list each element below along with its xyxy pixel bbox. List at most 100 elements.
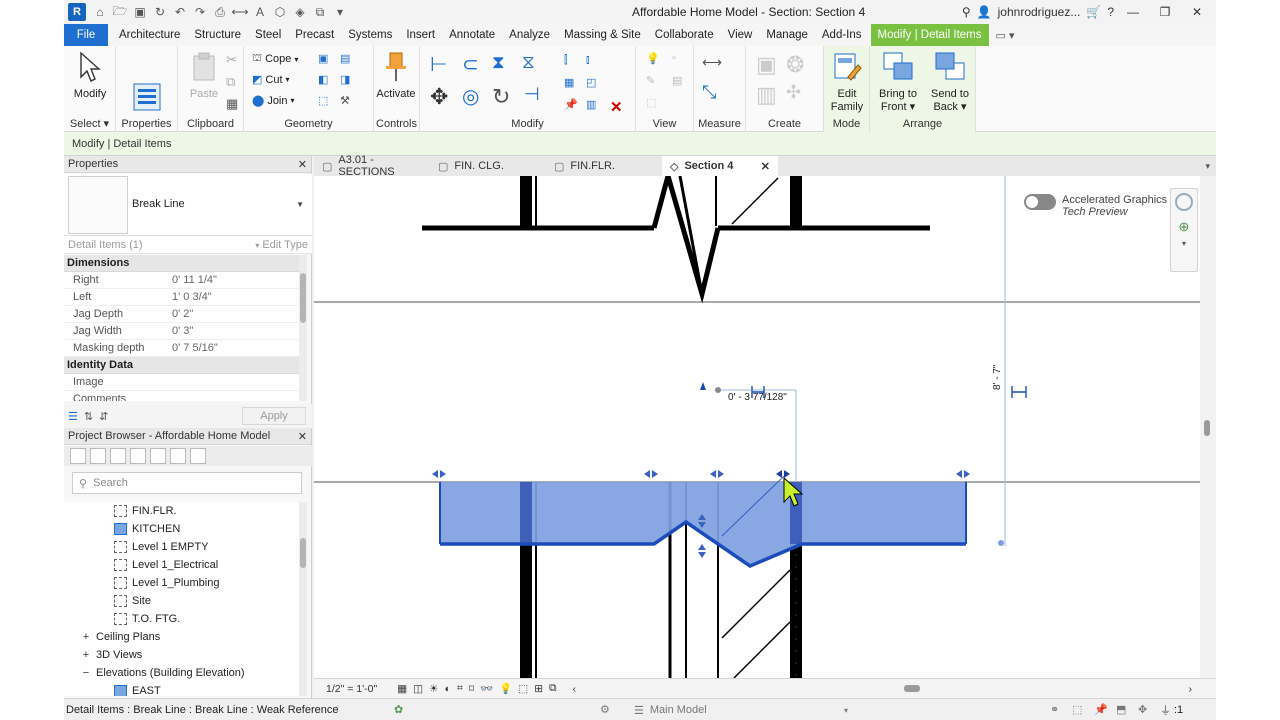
sync-icon[interactable]: ↻ (152, 4, 168, 20)
edit-type-button[interactable]: ▾ Edit Type (255, 239, 308, 251)
horizontal-scroll-thumb[interactable] (904, 685, 920, 692)
copy-icon[interactable]: ⧉ (226, 74, 242, 90)
ribbon-tab-architecture[interactable]: Architecture (112, 24, 187, 46)
property-group-header[interactable]: Identity Data (64, 357, 300, 374)
array-icon[interactable]: ▦ (564, 76, 580, 92)
mirror-pick-axis-icon[interactable]: ⧗ (492, 52, 516, 76)
send-to-back-button[interactable]: Send to Back ▾ (928, 50, 972, 114)
modify-button[interactable]: Modify (68, 50, 112, 101)
restore-button[interactable]: ❐ (1152, 5, 1178, 19)
browser-item[interactable]: KITCHEN (64, 520, 300, 538)
browser-schedule-icon[interactable] (110, 448, 126, 464)
close-button[interactable]: ✕ (1184, 5, 1210, 19)
drag-elements-icon[interactable]: ✥ (1138, 703, 1147, 716)
property-group-header[interactable]: Dimensions (64, 255, 300, 272)
nav-dropdown-icon[interactable]: ▾ (1176, 239, 1192, 248)
paste-button[interactable]: Paste (182, 50, 226, 101)
properties-button[interactable] (125, 80, 169, 118)
close-hidden-icon[interactable]: ⧉ (312, 4, 328, 20)
ribbon-tab-view[interactable]: View (721, 24, 760, 46)
type-selector[interactable]: Break Line ▼ (64, 174, 312, 236)
join-button[interactable]: ⬤ Join ▾ (252, 94, 295, 108)
app-logo[interactable]: R (68, 3, 86, 21)
canvas-vertical-scrollbar[interactable] (1200, 176, 1216, 678)
sort-categorized-icon[interactable]: ☰ (68, 410, 78, 423)
ribbon-tab-insert[interactable]: Insert (399, 24, 442, 46)
section-icon[interactable]: ◈ (292, 4, 308, 20)
browser-item[interactable]: T.O. FTG. (64, 610, 300, 628)
split-icon[interactable]: ⫿ (564, 54, 580, 70)
split-gap-icon[interactable]: ⫾ (586, 54, 602, 70)
3d-view-icon[interactable]: ⬡ (272, 4, 288, 20)
sort-descending-icon[interactable]: ⇵ (99, 410, 108, 423)
ribbon-tab-analyze[interactable]: Analyze (502, 24, 557, 46)
cut-button[interactable]: ◩ Cut ▾ (252, 73, 290, 87)
browser-sheet-icon[interactable] (150, 448, 166, 464)
delete-icon[interactable]: ✕ (610, 98, 626, 116)
match-type-icon[interactable]: ▦ (226, 96, 242, 112)
section-drawing[interactable]: 0' - 3 77/128" 8' - 7" (314, 176, 1216, 678)
user-name[interactable]: johnrodriguez... (998, 5, 1081, 19)
save-icon[interactable]: ▣ (132, 4, 148, 20)
filter-icon[interactable]: ⏚ (1160, 702, 1171, 718)
visual-style-icon[interactable]: ◫ (413, 683, 423, 695)
worksharing-icon[interactable]: ⬚ (518, 683, 528, 695)
chevron-down-icon[interactable]: ▼ (296, 200, 304, 209)
help-icon[interactable]: ? (1107, 5, 1114, 19)
property-row[interactable]: Jag Depth 0' 2" (64, 306, 300, 323)
ribbon-tab-structure[interactable]: Structure (187, 24, 248, 46)
select-links-icon[interactable]: ⚭ (1050, 703, 1059, 716)
create-similar-icon[interactable]: ✣ (786, 82, 812, 108)
hammer-icon[interactable]: ⚒ (340, 94, 356, 110)
browser-scrollbar[interactable] (299, 502, 307, 696)
redo-icon[interactable]: ↷ (192, 4, 208, 20)
active-model-selector[interactable]: ☰ Main Model ▾ (634, 702, 848, 718)
browser-view-icon[interactable] (90, 448, 106, 464)
scroll-right-icon[interactable]: › (1189, 683, 1193, 695)
browser-family-icon[interactable] (170, 448, 186, 464)
zoom-region-icon[interactable]: ⊕ (1176, 219, 1192, 235)
linework-icon[interactable]: ⬚ (646, 96, 662, 112)
wall-joins-icon[interactable]: ▣ (318, 52, 334, 68)
move-icon[interactable]: ✥ (430, 84, 454, 109)
ribbon-tab-manage[interactable]: Manage (759, 24, 815, 46)
highlight-displacement-icon[interactable]: ⧉ (549, 682, 557, 695)
apply-button[interactable]: Apply (242, 407, 306, 425)
accelerated-graphics-toggle[interactable] (1024, 194, 1056, 210)
demolish-icon[interactable]: ⬚ (318, 94, 334, 110)
crop-view-icon[interactable]: ⌗ (457, 682, 463, 695)
browser-item[interactable]: FIN.FLR. (64, 502, 300, 520)
browser-item[interactable]: Level 1 EMPTY (64, 538, 300, 556)
ribbon-tab-steel[interactable]: Steel (248, 24, 288, 46)
browser-item[interactable]: Level 1_Electrical (64, 556, 300, 574)
print-icon[interactable]: ⎙ (212, 4, 228, 20)
property-row[interactable]: Right 0' 11 1/4" (64, 272, 300, 289)
workset-icon[interactable]: ✿ (394, 703, 403, 716)
property-row[interactable]: Comments (64, 391, 300, 401)
ribbon-tab-systems[interactable]: Systems (341, 24, 399, 46)
pin-icon[interactable]: 📌 (564, 98, 580, 114)
show-crop-icon[interactable]: ⌑ (469, 683, 474, 695)
text-icon[interactable]: A (252, 4, 268, 20)
home-icon[interactable]: ⌂ (92, 4, 108, 20)
binoculars-icon[interactable]: ⚲ (962, 5, 971, 19)
minimize-button[interactable]: — (1120, 5, 1146, 19)
browser-home-icon[interactable] (70, 448, 86, 464)
browser-item[interactable]: Level 1_Plumbing (64, 574, 300, 592)
property-value[interactable]: 0' 2" (172, 308, 300, 320)
view-tab[interactable]: ▢ FIN.FLR. (546, 156, 662, 176)
shadows-icon[interactable]: ◐ (444, 683, 450, 695)
select-panel-label[interactable]: Select ▾ (64, 117, 115, 130)
align-icon[interactable]: ⊢ (430, 52, 454, 76)
browser-item[interactable]: Site (64, 592, 300, 610)
mirror-draw-axis-icon[interactable]: ⧖ (522, 52, 546, 76)
design-options-icon[interactable]: ⚙ (600, 703, 610, 716)
measure-icon[interactable]: ⟷ (231, 4, 248, 20)
cart-icon[interactable]: 🛒 (1086, 5, 1101, 19)
measure-between-icon[interactable]: ⟷ (702, 54, 732, 70)
create-parts-icon[interactable]: ❂ (786, 52, 812, 78)
create-group-icon[interactable]: ▥ (756, 82, 782, 108)
cope-button[interactable]: ⛫ Cope ▾ (252, 52, 298, 66)
view-tab[interactable]: ▢ FIN. CLG. (430, 156, 546, 176)
qat-dropdown-icon[interactable]: ▾ (332, 4, 348, 20)
